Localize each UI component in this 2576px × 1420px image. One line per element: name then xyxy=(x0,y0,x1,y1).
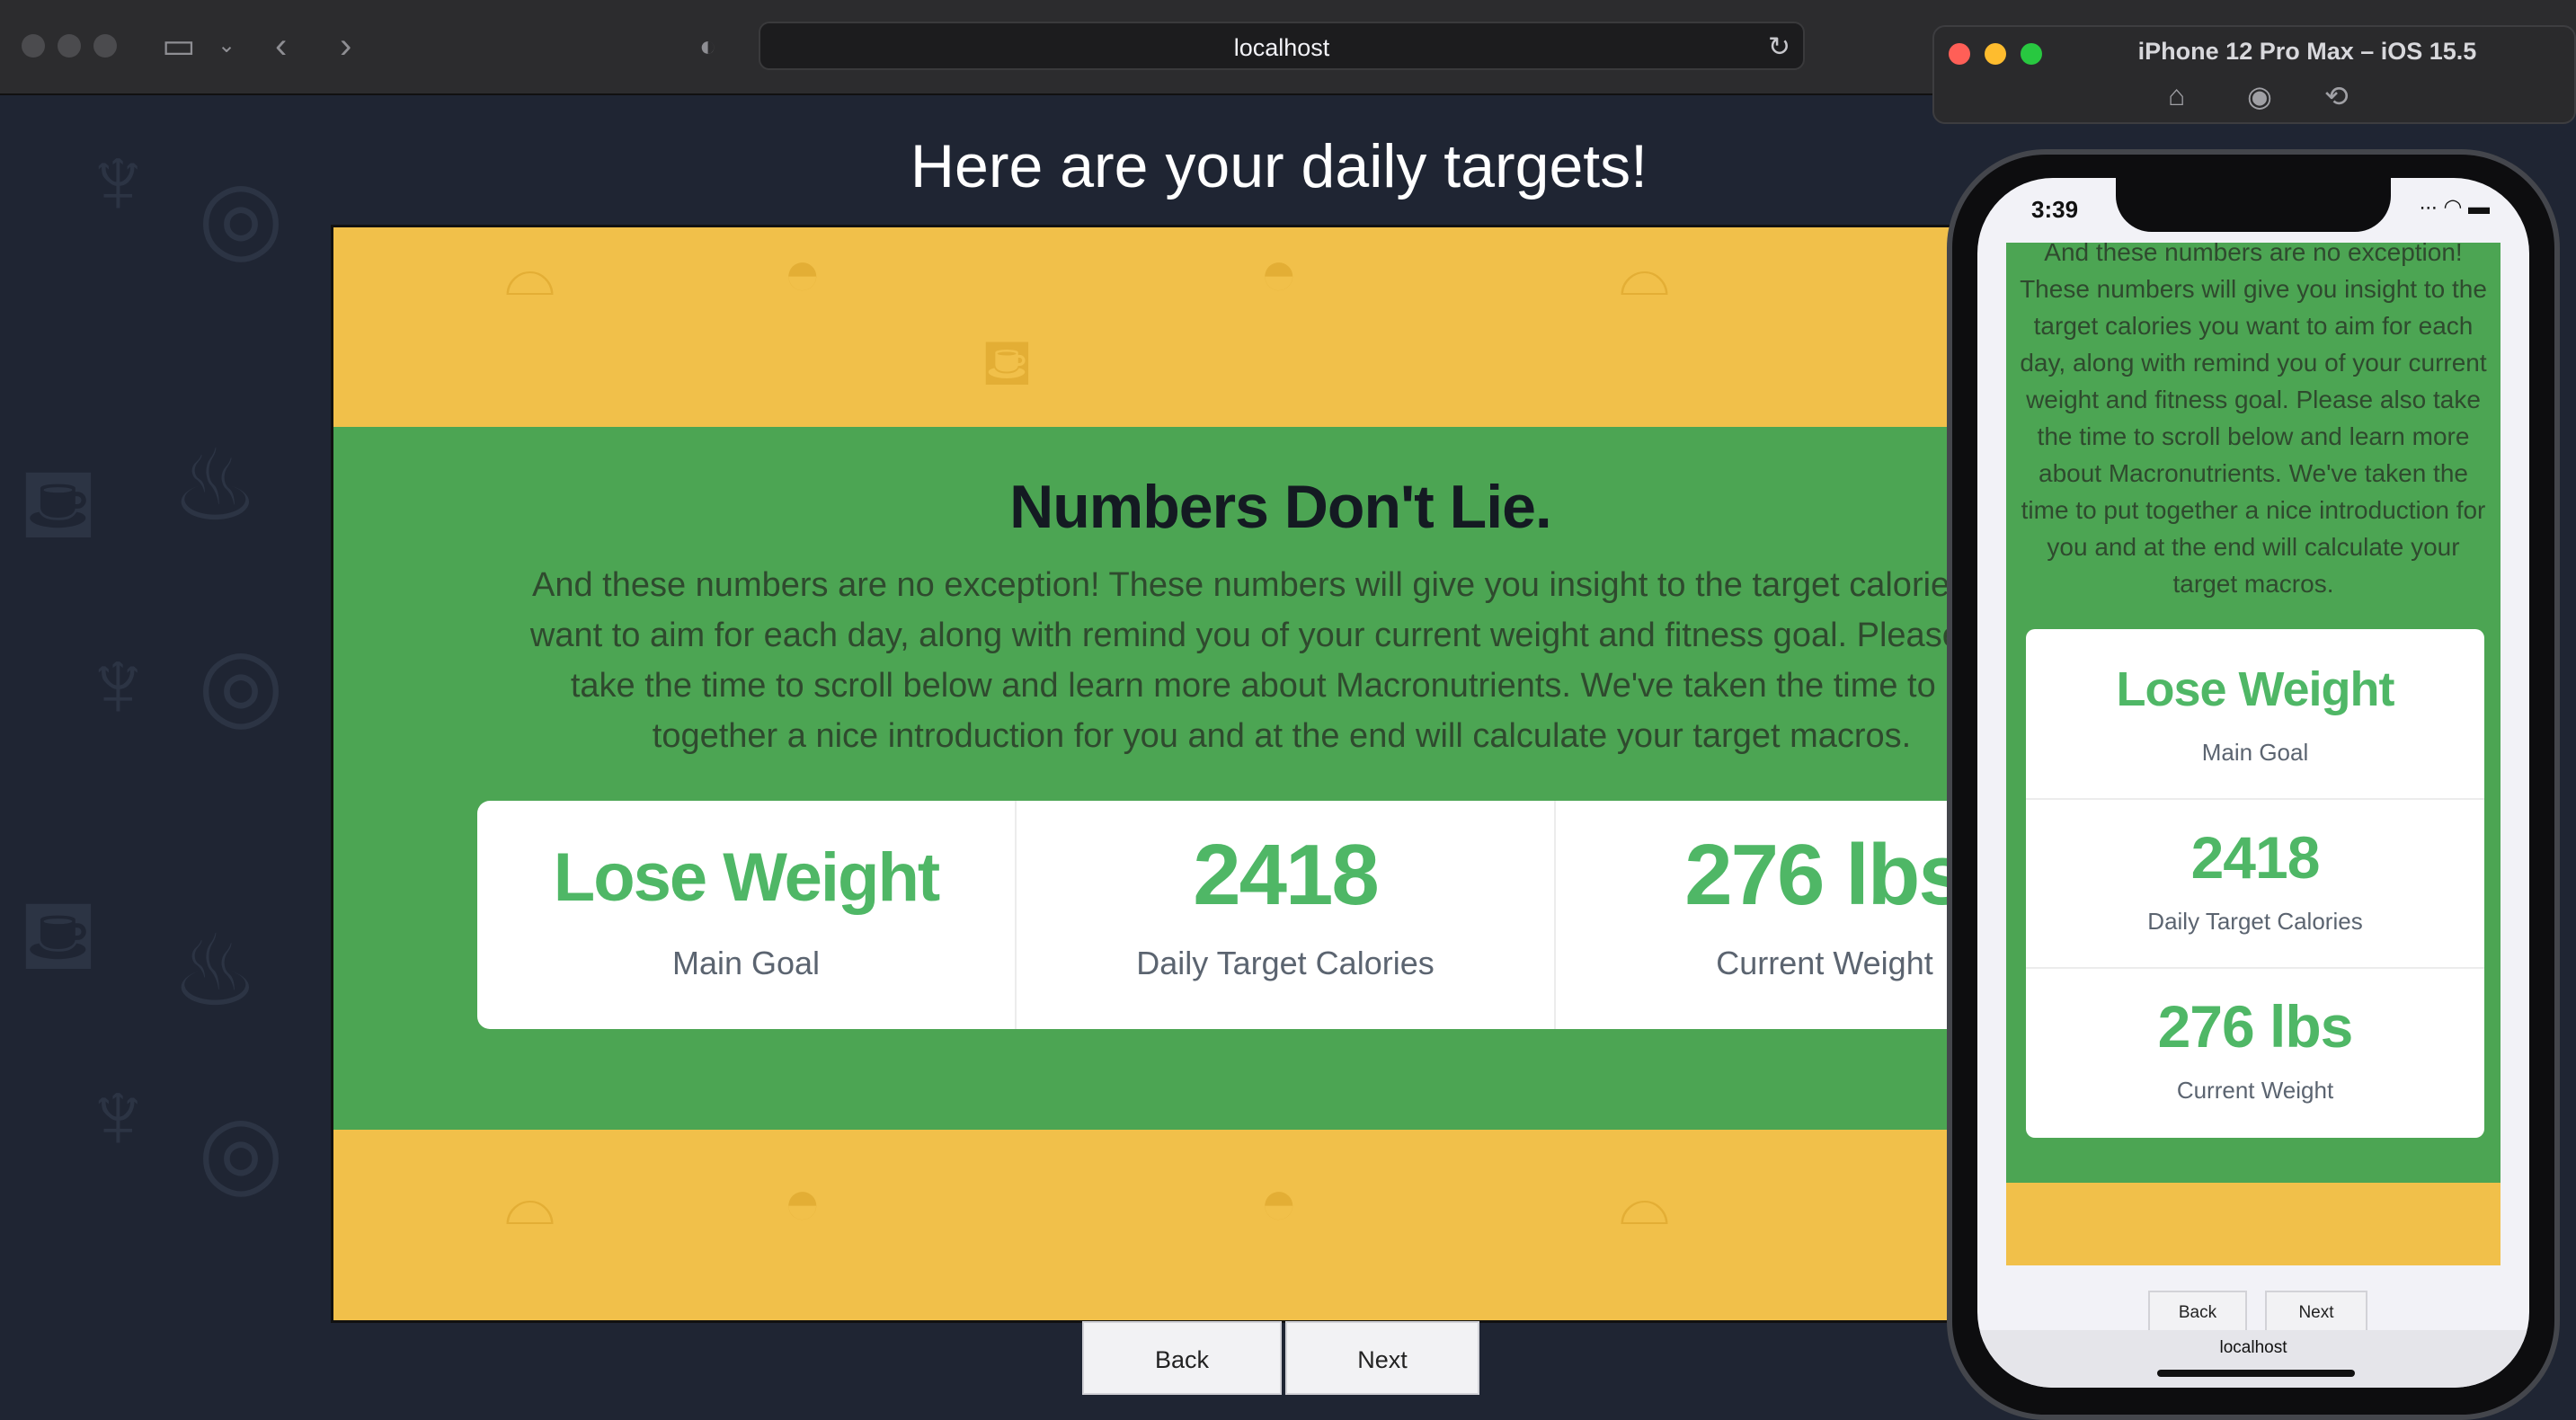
simulator-close-button[interactable] xyxy=(1949,43,1970,65)
stat-value: Lose Weight xyxy=(2116,662,2394,716)
hotdog-icon: ⌓ xyxy=(1619,237,1670,309)
stat-value: 2418 xyxy=(1193,827,1380,923)
section-description: And these numbers are no exception! Thes… xyxy=(529,566,1972,755)
popsicle-icon: ♆ xyxy=(81,1060,155,1170)
donut-icon: ◎ xyxy=(198,628,284,739)
stat-daily-calories: 2418 Daily Target Calories xyxy=(1017,801,1556,1029)
stat-label: Current Weight xyxy=(1716,945,1933,981)
burger-icon: ◓ xyxy=(1259,1167,1299,1238)
phone-section-description: And these numbers are no exception! Thes… xyxy=(2020,243,2487,598)
phone-stats-card: Lose Weight Main Goal 2418 Daily Target … xyxy=(2026,629,2484,1138)
drink-cup-icon: ⛾ xyxy=(981,327,1034,399)
simulator-zoom-button[interactable] xyxy=(2021,43,2042,65)
top-food-band: ⌓ ◓ ⛾ ◓ ⌓ xyxy=(333,227,1969,427)
reload-icon[interactable]: ↻ xyxy=(1768,23,1790,72)
stat-label: Daily Target Calories xyxy=(1136,945,1435,981)
fries-icon: ♨ xyxy=(171,916,260,1026)
status-time: 3:39 xyxy=(2031,196,2079,223)
phone-stat-main-goal: Lose Weight Main Goal xyxy=(2026,629,2484,800)
stat-label: Daily Target Calories xyxy=(2147,908,2363,935)
iphone-simulator: 3:39 ∙∙∙ ◠ ▬ And these numbers are no ex… xyxy=(1947,149,2560,1420)
home-indicator xyxy=(2157,1370,2355,1377)
drink-cup-icon: ⛾ xyxy=(18,448,99,559)
stat-value: 276 lbs xyxy=(2157,993,2354,1060)
simulator-minimize-button[interactable] xyxy=(1985,43,2006,65)
stat-current-weight: 276 lbs Current Weight xyxy=(1556,801,1969,1029)
back-arrow-icon[interactable]: ‹ xyxy=(275,25,287,67)
hotdog-icon: ⌓ xyxy=(504,1167,555,1238)
burger-icon: ◓ xyxy=(783,1167,822,1238)
back-button[interactable]: Back xyxy=(1082,1321,1282,1395)
stat-value: 2418 xyxy=(2190,824,2321,891)
shield-icon[interactable]: ◐ xyxy=(699,25,716,67)
rotate-icon[interactable]: ⟲ xyxy=(2324,79,2349,113)
hotdog-icon: ⌓ xyxy=(504,237,555,309)
phone-next-button[interactable]: Next xyxy=(2265,1291,2367,1336)
screenshot-icon[interactable]: ◉ xyxy=(2247,79,2272,113)
stat-label: Main Goal xyxy=(671,945,821,981)
phone-numbers-section: And these numbers are no exception! Thes… xyxy=(2006,243,2500,1265)
stat-main-goal: Lose Weight Main Goal xyxy=(477,801,1017,1029)
targets-panel: ⌓ ◓ ⛾ ◓ ⌓ Numbers Don't Lie. And these n… xyxy=(331,225,1972,1323)
sidebar-icon[interactable]: ▭ xyxy=(162,25,196,67)
donut-icon: ◎ xyxy=(198,1096,284,1206)
zoom-window-button[interactable] xyxy=(93,34,117,58)
phone-food-band xyxy=(2006,1183,2500,1265)
minimize-window-button[interactable] xyxy=(58,34,81,58)
hotdog-icon: ⌓ xyxy=(1619,1167,1670,1238)
bottom-food-band: ⌓ ◓ ◓ ⌓ xyxy=(333,1130,1969,1320)
simulator-titlebar: iPhone 12 Pro Max – iOS 15.5 ⌂ ◉ ⟲ xyxy=(1932,25,2576,124)
popsicle-icon: ♆ xyxy=(81,628,155,739)
drink-cup-icon: ⛾ xyxy=(18,880,99,990)
stat-value: Lose Weight xyxy=(553,839,940,916)
section-heading: Numbers Don't Lie. xyxy=(1009,473,1552,541)
phone-stat-current-weight: 276 lbs Current Weight xyxy=(2026,967,2484,1136)
stat-label: Main Goal xyxy=(2201,739,2309,766)
fries-icon: ♨ xyxy=(171,430,260,541)
simulator-title: iPhone 12 Pro Max – iOS 15.5 xyxy=(2137,38,2477,65)
address-bar[interactable]: localhost ↻ xyxy=(759,22,1805,70)
home-icon[interactable]: ⌂ xyxy=(2168,79,2185,112)
burger-icon: ◓ xyxy=(783,237,822,309)
numbers-section: Numbers Don't Lie. And these numbers are… xyxy=(333,427,1969,1130)
forward-arrow-icon[interactable]: › xyxy=(340,25,351,67)
stat-value: 276 lbs xyxy=(1684,827,1967,923)
phone-notch xyxy=(2116,178,2391,232)
wifi-battery-icon: ∙∙∙ ◠ ▬ xyxy=(2419,195,2490,219)
close-window-button[interactable] xyxy=(22,34,45,58)
stats-card: Lose Weight Main Goal 2418 Daily Target … xyxy=(477,801,1969,1029)
phone-screen: 3:39 ∙∙∙ ◠ ▬ And these numbers are no ex… xyxy=(1977,178,2529,1388)
stat-label: Current Weight xyxy=(2176,1077,2334,1104)
phone-address-bar[interactable]: localhost xyxy=(1977,1330,2529,1388)
chevron-down-icon[interactable]: ⌄ xyxy=(218,25,235,67)
phone-back-button[interactable]: Back xyxy=(2148,1291,2247,1336)
burger-icon: ◓ xyxy=(1259,237,1299,309)
next-button[interactable]: Next xyxy=(1285,1321,1479,1395)
phone-stat-daily-calories: 2418 Daily Target Calories xyxy=(2026,798,2484,969)
url-text: localhost xyxy=(1233,34,1330,61)
